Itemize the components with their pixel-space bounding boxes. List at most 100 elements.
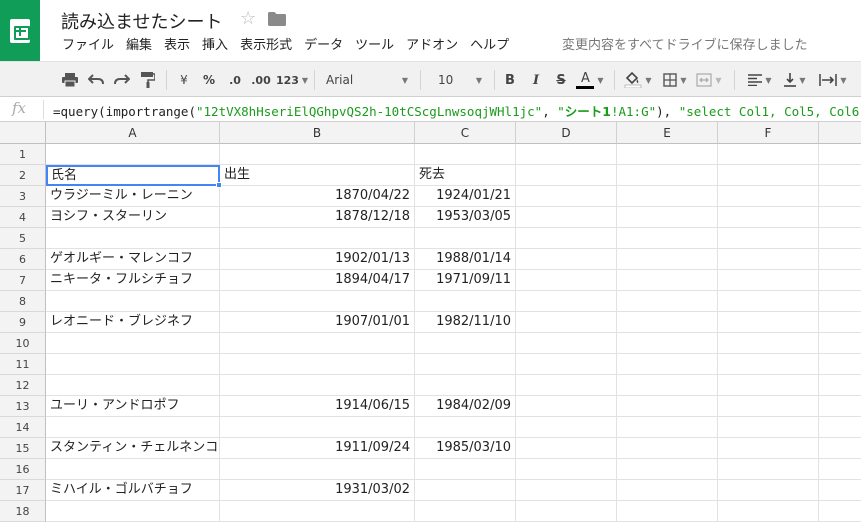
data-cell[interactable]: ミハイル・ゴルバチョフ — [46, 480, 220, 501]
column-header[interactable]: B — [220, 122, 415, 144]
row-header[interactable]: 8 — [0, 291, 46, 312]
grid-cell[interactable] — [516, 396, 617, 417]
grid-cell[interactable] — [516, 333, 617, 354]
row-header[interactable]: 11 — [0, 354, 46, 375]
grid-cell[interactable] — [220, 228, 415, 249]
grid-cell[interactable] — [718, 354, 819, 375]
grid-cell[interactable] — [46, 354, 220, 375]
data-cell[interactable]: 1982/11/10 — [415, 312, 516, 333]
grid-cell[interactable] — [415, 291, 516, 312]
grid-cell[interactable] — [516, 354, 617, 375]
data-cell[interactable]: 死去 — [415, 165, 516, 186]
grid-cell[interactable] — [516, 291, 617, 312]
data-cell[interactable]: 1984/02/09 — [415, 396, 516, 417]
horizontal-align-button[interactable]: ▼ — [745, 68, 775, 92]
grid-cell[interactable] — [718, 480, 819, 501]
menu-item[interactable]: 編集 — [120, 37, 158, 55]
data-cell[interactable]: 1914/06/15 — [220, 396, 415, 417]
grid-cell[interactable] — [46, 501, 220, 522]
formula-input[interactable]: =query(importrange("12tVX8hHseriElQGhpvQ… — [53, 101, 861, 120]
data-cell[interactable]: 1911/09/24 — [220, 438, 415, 459]
row-header[interactable]: 18 — [0, 501, 46, 522]
column-header[interactable]: C — [415, 122, 516, 144]
folder-icon[interactable] — [268, 12, 286, 26]
menu-item[interactable]: 表示形式 — [234, 37, 298, 55]
row-header[interactable]: 6 — [0, 249, 46, 270]
grid-cell[interactable] — [516, 480, 617, 501]
grid-cell[interactable] — [415, 333, 516, 354]
grid-cell[interactable] — [46, 417, 220, 438]
grid-cell[interactable] — [415, 417, 516, 438]
grid-cell[interactable] — [220, 354, 415, 375]
grid-cell[interactable] — [220, 291, 415, 312]
grid-cell[interactable] — [415, 501, 516, 522]
strikethrough-button[interactable]: S — [553, 68, 569, 92]
column-header[interactable]: F — [718, 122, 819, 144]
grid-cell[interactable] — [718, 459, 819, 480]
font-family-select[interactable]: Arial ▼ — [322, 68, 412, 92]
grid-cell[interactable] — [46, 375, 220, 396]
grid-cell[interactable] — [718, 270, 819, 291]
grid-cell[interactable] — [617, 501, 718, 522]
grid-cell[interactable] — [516, 312, 617, 333]
data-cell[interactable]: ヨシフ・スターリン — [46, 207, 220, 228]
column-header[interactable]: A — [46, 122, 220, 144]
row-header[interactable]: 2 — [0, 165, 46, 186]
row-header[interactable]: 13 — [0, 396, 46, 417]
grid-cell[interactable] — [617, 249, 718, 270]
grid-cell[interactable] — [718, 501, 819, 522]
data-cell[interactable]: 1907/01/01 — [220, 312, 415, 333]
currency-format-button[interactable]: ¥ — [176, 68, 192, 92]
data-cell[interactable]: ユーリ・アンドロポフ — [46, 396, 220, 417]
text-wrapping-button[interactable]: ▼ — [816, 68, 850, 92]
sheets-logo-icon[interactable] — [0, 0, 40, 61]
data-cell[interactable]: ニキータ・フルシチョフ — [46, 270, 220, 291]
grid-cell[interactable] — [718, 312, 819, 333]
data-cell[interactable]: 1870/04/22 — [220, 186, 415, 207]
data-cell[interactable]: 1924/01/21 — [415, 186, 516, 207]
grid-cell[interactable] — [617, 354, 718, 375]
grid-cell[interactable] — [516, 375, 617, 396]
row-header[interactable]: 7 — [0, 270, 46, 291]
grid-cell[interactable] — [516, 270, 617, 291]
text-color-button[interactable]: A ▼ — [575, 68, 605, 92]
more-formats-button[interactable]: 123 ▼ — [276, 68, 308, 92]
data-cell[interactable]: ウラジーミル・レーニン — [46, 186, 220, 207]
grid-cell[interactable] — [46, 459, 220, 480]
data-cell[interactable]: ゲオルギー・マレンコフ — [46, 249, 220, 270]
data-cell[interactable]: スタンティン・チェルネンコ — [46, 438, 220, 459]
grid-cell[interactable] — [617, 291, 718, 312]
row-header[interactable]: 17 — [0, 480, 46, 501]
row-header[interactable]: 15 — [0, 438, 46, 459]
selected-cell[interactable]: 氏名 — [46, 165, 220, 186]
data-cell[interactable]: 1985/03/10 — [415, 438, 516, 459]
row-header[interactable]: 14 — [0, 417, 46, 438]
grid-cell[interactable] — [617, 207, 718, 228]
row-header[interactable]: 5 — [0, 228, 46, 249]
borders-button[interactable]: ▼ — [660, 68, 690, 92]
bold-button[interactable]: B — [502, 68, 518, 92]
paint-format-icon[interactable] — [138, 68, 158, 92]
grid-cell[interactable] — [718, 228, 819, 249]
grid-cell[interactable] — [718, 165, 819, 186]
grid-cell[interactable] — [718, 144, 819, 165]
data-cell[interactable]: 1902/01/13 — [220, 249, 415, 270]
grid-cell[interactable] — [220, 501, 415, 522]
row-header[interactable]: 4 — [0, 207, 46, 228]
vertical-align-button[interactable]: ▼ — [780, 68, 810, 92]
grid-cell[interactable] — [617, 417, 718, 438]
document-title[interactable]: 読み込ませたシート — [61, 8, 222, 34]
grid-cell[interactable] — [415, 375, 516, 396]
grid-cell[interactable] — [617, 396, 718, 417]
grid-cell[interactable] — [220, 333, 415, 354]
fill-handle[interactable] — [216, 182, 222, 188]
grid-cell[interactable] — [617, 375, 718, 396]
grid-cell[interactable] — [617, 186, 718, 207]
italic-button[interactable]: I — [528, 68, 544, 92]
grid-cell[interactable] — [220, 375, 415, 396]
redo-icon[interactable] — [112, 68, 132, 92]
data-cell[interactable]: 出生 — [220, 165, 415, 186]
grid-cell[interactable] — [220, 459, 415, 480]
menu-item[interactable]: アドオン — [400, 37, 464, 55]
grid-cell[interactable] — [617, 270, 718, 291]
